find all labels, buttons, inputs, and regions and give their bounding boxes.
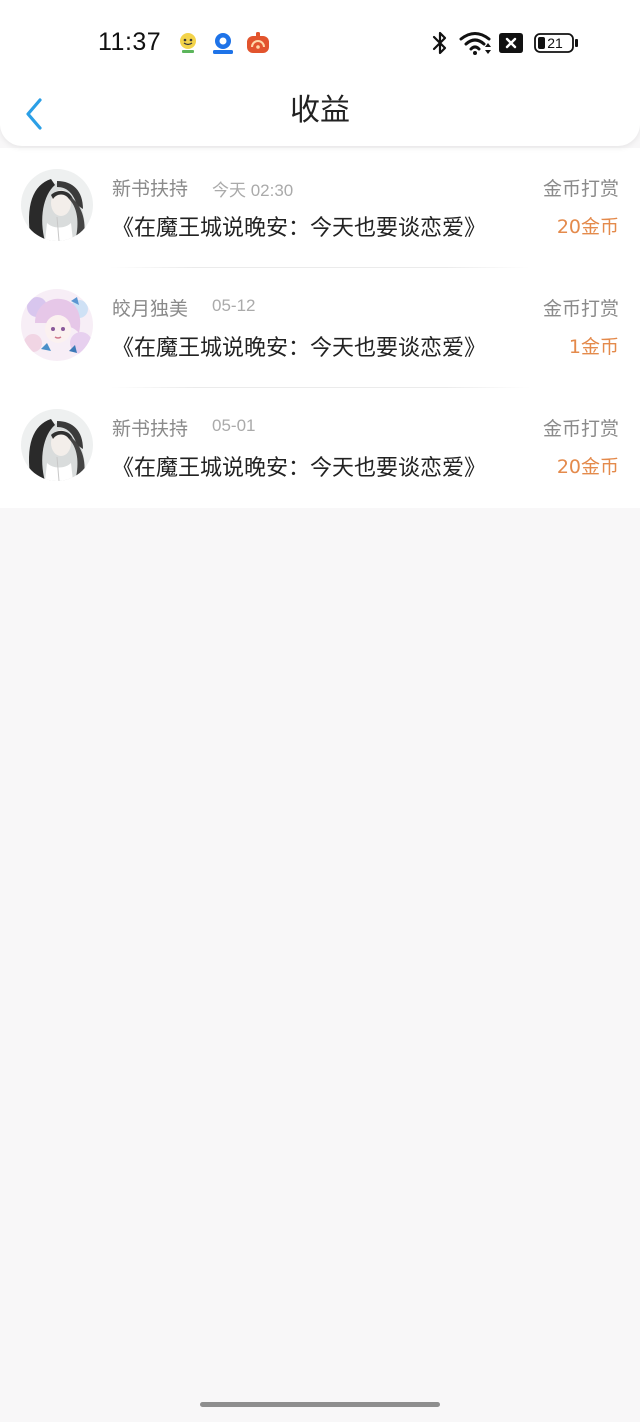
book-title: 《在魔王城说晚安：今天也要谈恋爱》 [112, 336, 487, 361]
avatar [21, 409, 93, 481]
battery-level: 21 [547, 35, 563, 51]
avatar [21, 289, 93, 361]
pastel-portrait-image [21, 289, 93, 361]
record-amount: 20金币 [556, 216, 619, 238]
earnings-row[interactable]: 皎月独美 05-12 金币打赏 《在魔王城说晚安：今天也要谈恋爱》 1金币 [0, 268, 640, 388]
record-time: 05-12 [212, 296, 256, 315]
donor-name: 新书扶持 [112, 178, 189, 200]
bluetooth-icon [432, 31, 447, 55]
earnings-row[interactable]: 新书扶持 05-01 金币打赏 《在魔王城说晚安：今天也要谈恋爱》 20金币 [0, 388, 640, 508]
book-title: 《在魔王城说晚安：今天也要谈恋爱》 [112, 456, 487, 481]
no-sim-icon [499, 33, 523, 53]
location-app-icon [213, 33, 233, 54]
record-amount: 1金币 [568, 336, 619, 358]
smiley-app-icon [180, 33, 196, 53]
record-time: 今天 02:30 [212, 181, 294, 200]
record-time: 05-01 [212, 416, 256, 435]
home-indicator[interactable] [200, 1402, 440, 1407]
record-type: 金币打赏 [542, 298, 619, 320]
donor-name: 皎月独美 [112, 298, 189, 320]
earnings-list: 新书扶持 今天 02:30 金币打赏 《在魔王城说晚安：今天也要谈恋爱》 20金… [0, 148, 640, 508]
battery-icon: 21 [534, 33, 580, 53]
donor-name: 新书扶持 [112, 418, 189, 440]
status-time: 11:37 [98, 28, 162, 56]
avatar [21, 169, 93, 241]
ink-portrait-image [21, 409, 93, 481]
status-bar: 11:37 21 [0, 0, 640, 86]
back-button[interactable] [18, 92, 54, 132]
page-title: 收益 [290, 93, 350, 128]
book-title: 《在魔王城说晚安：今天也要谈恋爱》 [112, 216, 487, 241]
earnings-row[interactable]: 新书扶持 今天 02:30 金币打赏 《在魔王城说晚安：今天也要谈恋爱》 20金… [0, 148, 640, 268]
chevron-left-icon [26, 98, 42, 130]
nav-bar: 收益 [0, 86, 640, 142]
wifi-icon [459, 32, 491, 55]
ink-portrait-image [21, 169, 93, 241]
top-bar: 11:37 21 收益 [0, 0, 640, 146]
record-type: 金币打赏 [542, 178, 619, 200]
radio-app-icon [247, 32, 269, 53]
record-amount: 20金币 [556, 456, 619, 478]
record-type: 金币打赏 [542, 418, 619, 440]
